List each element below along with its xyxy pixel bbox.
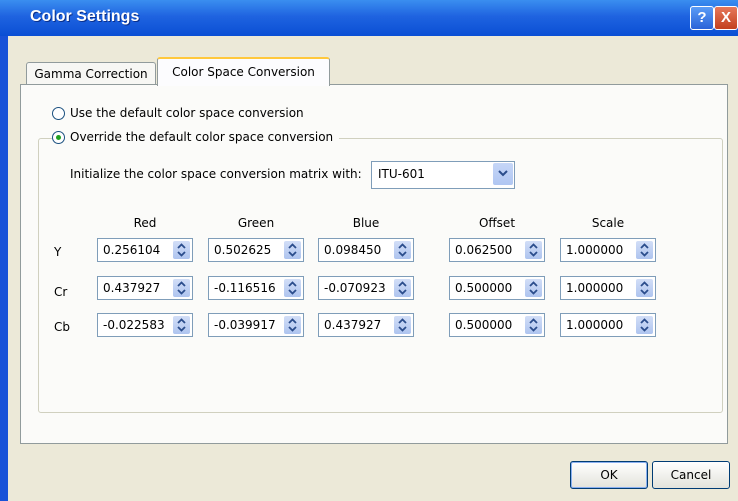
window-title: Color Settings xyxy=(30,8,140,25)
spinbox-value: 1.000000 xyxy=(566,281,624,295)
header-green: Green xyxy=(237,216,275,230)
spinbox-value: -0.116516 xyxy=(214,281,276,295)
spin-arrows-icon[interactable] xyxy=(636,316,653,334)
spin-arrows-icon[interactable] xyxy=(173,316,190,334)
radio-use-default-label: Use the default color space conversion xyxy=(70,106,304,120)
row-label-cr: Cr xyxy=(54,285,68,299)
spinbox-cr-scale[interactable]: 1.000000 xyxy=(560,276,656,300)
spin-arrows-icon[interactable] xyxy=(636,241,653,259)
radio-checked-icon xyxy=(52,130,65,144)
title-bar: Color Settings ? X xyxy=(0,0,738,36)
close-button[interactable]: X xyxy=(714,6,738,30)
radio-unchecked-icon xyxy=(52,106,65,120)
spinbox-y-green[interactable]: 0.502625 xyxy=(208,238,304,262)
spinbox-cr-red[interactable]: 0.437927 xyxy=(97,276,193,300)
spinbox-cb-blue[interactable]: 0.437927 xyxy=(318,313,414,337)
spinbox-value: -0.022583 xyxy=(103,318,165,332)
spinbox-cb-offset[interactable]: 0.500000 xyxy=(449,313,545,337)
help-button[interactable]: ? xyxy=(690,6,714,30)
spin-arrows-icon[interactable] xyxy=(525,279,542,297)
radio-override[interactable]: Override the default color space convers… xyxy=(52,130,340,144)
spin-arrows-icon[interactable] xyxy=(284,279,301,297)
cancel-button[interactable]: Cancel xyxy=(652,461,730,489)
dropdown-arrow-button[interactable] xyxy=(493,163,513,185)
tab-color-space-conversion[interactable]: Color Space Conversion xyxy=(157,57,330,86)
spinbox-value: 1.000000 xyxy=(566,318,624,332)
radio-override-label: Override the default color space convers… xyxy=(70,130,334,144)
spin-arrows-icon[interactable] xyxy=(394,316,411,334)
header-blue: Blue xyxy=(352,216,380,230)
chevron-down-icon xyxy=(498,170,508,177)
spinbox-y-offset[interactable]: 0.062500 xyxy=(449,238,545,262)
spinbox-value: 0.502625 xyxy=(214,243,272,257)
spinbox-value: 0.437927 xyxy=(103,281,161,295)
spin-arrows-icon[interactable] xyxy=(284,241,301,259)
spinbox-cb-scale[interactable]: 1.000000 xyxy=(560,313,656,337)
spinbox-cr-green[interactable]: -0.116516 xyxy=(208,276,304,300)
spin-arrows-icon[interactable] xyxy=(394,241,411,259)
spinbox-cr-offset[interactable]: 0.500000 xyxy=(449,276,545,300)
spinbox-cr-blue[interactable]: -0.070923 xyxy=(318,276,414,300)
row-label-cb: Cb xyxy=(54,320,70,334)
init-matrix-select[interactable]: ITU-601 xyxy=(371,161,515,189)
spinbox-value: 0.500000 xyxy=(455,318,513,332)
init-matrix-value: ITU-601 xyxy=(378,167,425,181)
tab-gamma-correction[interactable]: Gamma Correction xyxy=(26,62,156,85)
spinbox-y-blue[interactable]: 0.098450 xyxy=(318,238,414,262)
spinbox-value: 0.062500 xyxy=(455,243,513,257)
spinbox-value: -0.039917 xyxy=(214,318,276,332)
header-red: Red xyxy=(133,216,157,230)
ok-button[interactable]: OK xyxy=(570,461,648,489)
spinbox-value: -0.070923 xyxy=(324,281,386,295)
spin-arrows-icon[interactable] xyxy=(394,279,411,297)
spin-arrows-icon[interactable] xyxy=(173,241,190,259)
spinbox-value: 0.437927 xyxy=(324,318,382,332)
header-scale: Scale xyxy=(591,216,625,230)
header-offset: Offset xyxy=(478,216,516,230)
spin-arrows-icon[interactable] xyxy=(173,279,190,297)
window-frame xyxy=(0,36,8,501)
spinbox-y-scale[interactable]: 1.000000 xyxy=(560,238,656,262)
spin-arrows-icon[interactable] xyxy=(284,316,301,334)
spin-arrows-icon[interactable] xyxy=(525,241,542,259)
spinbox-cb-green[interactable]: -0.039917 xyxy=(208,313,304,337)
spinbox-value: 0.256104 xyxy=(103,243,161,257)
spinbox-value: 1.000000 xyxy=(566,243,624,257)
spinbox-value: 0.500000 xyxy=(455,281,513,295)
radio-use-default[interactable]: Use the default color space conversion xyxy=(52,106,304,120)
spinbox-cb-red[interactable]: -0.022583 xyxy=(97,313,193,337)
spin-arrows-icon[interactable] xyxy=(636,279,653,297)
spinbox-value: 0.098450 xyxy=(324,243,382,257)
init-matrix-label: Initialize the color space conversion ma… xyxy=(70,167,362,181)
spin-arrows-icon[interactable] xyxy=(525,316,542,334)
row-label-y: Y xyxy=(54,245,62,259)
spinbox-y-red[interactable]: 0.256104 xyxy=(97,238,193,262)
